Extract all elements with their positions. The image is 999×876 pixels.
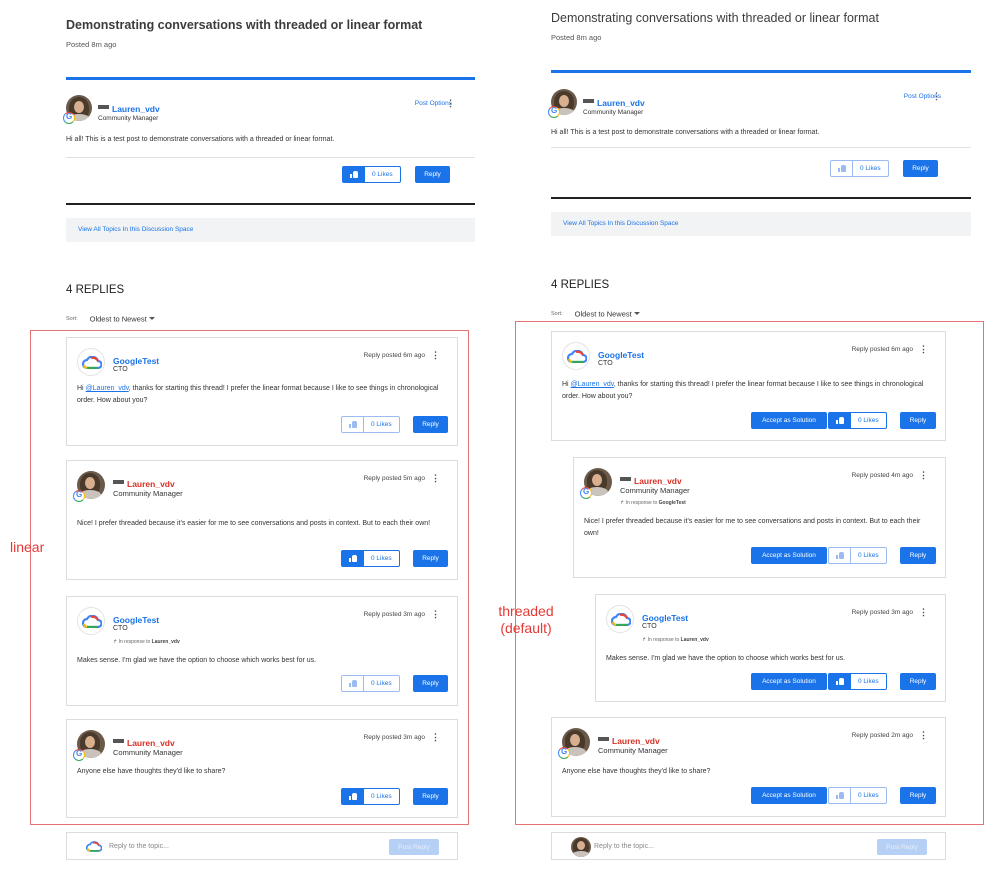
kebab-menu-icon[interactable]: ⋮ bbox=[932, 92, 941, 101]
reply-input[interactable]: Reply to the topic... bbox=[109, 843, 169, 850]
threaded-annotation-box bbox=[515, 321, 984, 825]
threaded-annotation-label: threaded (default) bbox=[498, 603, 554, 636]
post-accent-rule bbox=[551, 70, 971, 73]
sort-label: Sort: bbox=[551, 310, 563, 317]
post-reply-button[interactable]: Post Reply bbox=[389, 839, 439, 855]
author-name[interactable]: Lauren_vdv bbox=[112, 104, 160, 114]
linear-annotation-box bbox=[30, 330, 469, 825]
reply-button[interactable]: Reply bbox=[903, 160, 938, 177]
reply-composer[interactable]: Reply to the topic... Post Reply bbox=[66, 832, 458, 860]
linear-annotation-label: linear bbox=[10, 539, 45, 555]
replies-count: 4 REPLIES bbox=[66, 284, 125, 296]
post-timestamp: Posted 8m ago bbox=[66, 40, 117, 49]
post-title: Demonstrating conversations with threade… bbox=[551, 11, 879, 25]
divider bbox=[551, 197, 971, 199]
thumbs-up-icon bbox=[349, 171, 358, 178]
thumbs-up-icon bbox=[837, 165, 846, 172]
like-control: 0 Likes bbox=[830, 160, 889, 177]
post-body: Hi all! This is a test post to demonstra… bbox=[66, 136, 335, 143]
staff-tag-icon bbox=[583, 98, 594, 103]
divider bbox=[551, 147, 971, 148]
reply-button[interactable]: Reply bbox=[415, 166, 450, 183]
caret-down-icon[interactable] bbox=[148, 317, 155, 321]
post-body: Hi all! This is a test post to demonstra… bbox=[551, 129, 820, 136]
divider bbox=[66, 203, 475, 205]
author-role: Community Manager bbox=[583, 109, 644, 116]
likes-count[interactable]: 0 Likes bbox=[853, 161, 888, 176]
reply-composer[interactable]: Reply to the topic... Post Reply bbox=[551, 832, 946, 860]
caret-down-icon[interactable] bbox=[633, 312, 640, 316]
google-badge-icon: G bbox=[63, 112, 75, 124]
sort-control: Sort: Oldest to Newest bbox=[66, 310, 155, 328]
sort-dropdown[interactable]: Oldest to Newest bbox=[90, 314, 147, 323]
replies-count: 4 REPLIES bbox=[551, 279, 610, 291]
sort-dropdown[interactable]: Oldest to Newest bbox=[575, 309, 632, 318]
view-all-topics-link[interactable]: View All Topics In this Discussion Space bbox=[551, 212, 971, 236]
like-button[interactable] bbox=[343, 167, 365, 182]
staff-tag-icon bbox=[98, 104, 109, 109]
post-accent-rule bbox=[66, 77, 475, 80]
author-name[interactable]: Lauren_vdv bbox=[597, 98, 645, 108]
likes-count[interactable]: 0 Likes bbox=[365, 167, 400, 182]
divider bbox=[66, 157, 475, 158]
post-title: Demonstrating conversations with threade… bbox=[66, 18, 423, 32]
avatar bbox=[571, 837, 591, 857]
google-badge-icon: G bbox=[548, 106, 560, 118]
kebab-menu-icon[interactable]: ⋮ bbox=[446, 99, 455, 108]
post-timestamp: Posted 8m ago bbox=[551, 33, 602, 42]
like-button[interactable] bbox=[831, 161, 853, 176]
like-control: 0 Likes bbox=[342, 166, 401, 183]
post-reply-button[interactable]: Post Reply bbox=[877, 839, 927, 855]
google-cloud-logo-icon bbox=[84, 837, 104, 857]
view-all-topics-link[interactable]: View All Topics In this Discussion Space bbox=[66, 218, 475, 242]
sort-label: Sort: bbox=[66, 315, 78, 322]
author-role: Community Manager bbox=[98, 115, 159, 122]
reply-input[interactable]: Reply to the topic... bbox=[594, 843, 654, 850]
